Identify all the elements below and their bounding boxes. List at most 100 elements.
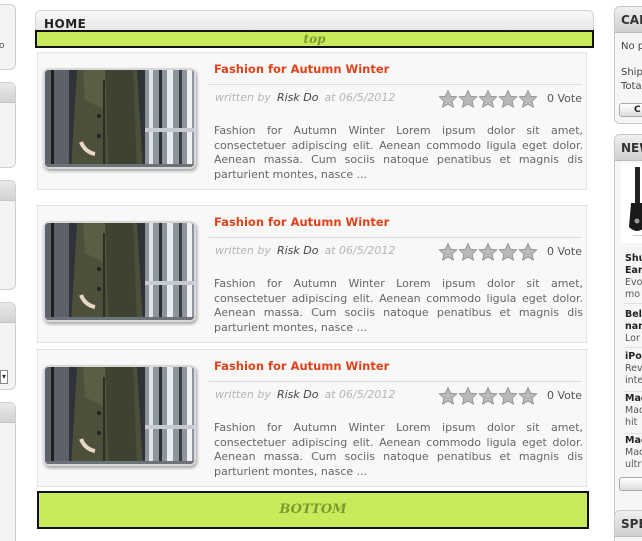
article-item: Fashion for Autumn Winter written by Risk… xyxy=(37,52,587,190)
coat-photo-image xyxy=(45,367,194,464)
product-desc-cont: ultr xyxy=(625,459,642,470)
new-product-4[interactable]: Mac Mac hit xyxy=(625,393,642,429)
star-icon[interactable] xyxy=(438,89,458,109)
cart-title: CAR xyxy=(615,7,642,33)
article-thumbnail[interactable] xyxy=(43,365,196,466)
article-date: at 06/5/2012 xyxy=(324,244,396,257)
star-icon[interactable] xyxy=(498,89,518,109)
product-divider xyxy=(623,303,642,304)
left-module-2 xyxy=(0,82,16,168)
written-by-label: written by xyxy=(215,91,271,104)
main-content: HOME top Fashion for Autumn Winter writt… xyxy=(35,10,594,529)
article-thumbnail[interactable] xyxy=(43,68,196,169)
left-select-dropdown[interactable]: ▾ xyxy=(0,370,8,384)
rating-stars[interactable] xyxy=(438,242,538,262)
product-desc: Mac xyxy=(625,405,642,416)
article-title-link[interactable]: Fashion for Autumn Winter xyxy=(214,62,389,76)
top-banner[interactable]: top xyxy=(35,30,594,48)
bottom-banner[interactable]: BOTTOM xyxy=(37,491,589,529)
star-icon[interactable] xyxy=(458,89,478,109)
product-desc-cont: inte xyxy=(625,375,642,386)
new-product-5[interactable]: Mac Mac ultr xyxy=(625,435,642,471)
new-product-2[interactable]: Bel nam Lor xyxy=(625,309,642,345)
product-desc: Rev xyxy=(625,363,642,374)
new-products-module: NEW Shu Ear Evo mo Bel nam Lor xyxy=(614,134,642,522)
product-divider xyxy=(623,347,642,348)
star-icon[interactable] xyxy=(518,242,538,262)
star-icon[interactable] xyxy=(478,89,498,109)
product-divider xyxy=(623,433,642,434)
author-name: Risk Do xyxy=(276,244,319,257)
article-date: at 06/5/2012 xyxy=(324,91,396,104)
star-icon[interactable] xyxy=(438,242,458,262)
article-excerpt: Fashion for Autumn Winter Lorem ipsum do… xyxy=(214,124,583,181)
home-title: HOME xyxy=(44,17,87,31)
left-module-1: o xyxy=(0,4,16,70)
new-products-title: NEW xyxy=(615,135,642,161)
product-desc: Evo xyxy=(625,277,642,288)
cart-empty-text: No p xyxy=(621,41,642,52)
special-module: SPE xyxy=(614,510,642,541)
left-module-3 xyxy=(0,180,16,290)
left-sidebar: o ▾ xyxy=(0,0,16,541)
article-item: Fashion for Autumn Winter written by Risk… xyxy=(37,349,587,487)
new-product-3[interactable]: iPo Rev inte xyxy=(625,351,642,387)
coat-photo-image xyxy=(45,223,194,320)
article-divider xyxy=(208,84,582,85)
product-name: iPo xyxy=(625,351,642,362)
article-meta: written by Risk Do at 06/5/2012 0 Vote xyxy=(215,386,582,408)
left-module-header xyxy=(0,403,15,423)
article-date: at 06/5/2012 xyxy=(324,388,396,401)
star-icon[interactable] xyxy=(498,242,518,262)
author-name: Risk Do xyxy=(276,388,319,401)
product-name-cont: nam xyxy=(625,321,642,332)
article-meta: written by Risk Do at 06/5/2012 0 Vote xyxy=(215,242,582,264)
product-name-cont: Ear xyxy=(625,265,642,276)
article-thumbnail[interactable] xyxy=(43,221,196,322)
rating-stars[interactable] xyxy=(438,386,538,406)
article-item: Fashion for Autumn Winter written by Risk… xyxy=(37,205,587,343)
article-excerpt: Fashion for Autumn Winter Lorem ipsum do… xyxy=(214,421,583,478)
cart-checkout-button[interactable]: C xyxy=(619,103,642,117)
special-title: SPE xyxy=(615,511,642,537)
product-name: Mac xyxy=(625,393,642,404)
article-title-link[interactable]: Fashion for Autumn Winter xyxy=(214,359,389,373)
article-excerpt: Fashion for Autumn Winter Lorem ipsum do… xyxy=(214,277,583,334)
home-header: HOME xyxy=(35,10,594,31)
article-meta: written by Risk Do at 06/5/2012 0 Vote xyxy=(215,89,582,111)
star-icon[interactable] xyxy=(518,386,538,406)
star-icon[interactable] xyxy=(478,386,498,406)
left-module-header xyxy=(0,181,15,201)
left-module-text: o xyxy=(0,41,5,51)
rating-stars[interactable] xyxy=(438,89,538,109)
star-icon[interactable] xyxy=(458,242,478,262)
article-divider xyxy=(208,237,582,238)
product-image[interactable] xyxy=(621,163,642,243)
star-icon[interactable] xyxy=(438,386,458,406)
article-title-link[interactable]: Fashion for Autumn Winter xyxy=(214,215,389,229)
product-desc-cont: mo xyxy=(625,289,641,300)
author-name: Risk Do xyxy=(276,91,319,104)
product-divider xyxy=(623,391,642,392)
vote-count: 0 Vote xyxy=(547,245,582,258)
vote-count: 0 Vote xyxy=(547,92,582,105)
written-by-label: written by xyxy=(215,244,271,257)
product-name: Mac xyxy=(625,435,642,446)
left-module-header xyxy=(0,83,15,103)
product-name: Bel xyxy=(625,309,642,320)
new-product-1[interactable]: Shu Ear Evo mo xyxy=(625,253,642,301)
cart-shipping-label: Ship xyxy=(621,67,642,78)
star-icon[interactable] xyxy=(458,386,478,406)
product-desc-cont: hit xyxy=(625,417,638,428)
left-module-5 xyxy=(0,402,16,541)
more-products-button[interactable] xyxy=(619,477,642,491)
star-icon[interactable] xyxy=(498,386,518,406)
star-icon[interactable] xyxy=(518,89,538,109)
star-icon[interactable] xyxy=(478,242,498,262)
product-desc: Mac xyxy=(625,447,642,458)
right-sidebar: CAR No p Ship Tota C NEW Shu Ear Evo mo xyxy=(614,0,642,541)
cart-total-label: Tota xyxy=(621,81,642,92)
product-desc: Lor xyxy=(625,333,640,344)
article-divider xyxy=(208,381,582,382)
coat-photo-image xyxy=(45,70,194,167)
